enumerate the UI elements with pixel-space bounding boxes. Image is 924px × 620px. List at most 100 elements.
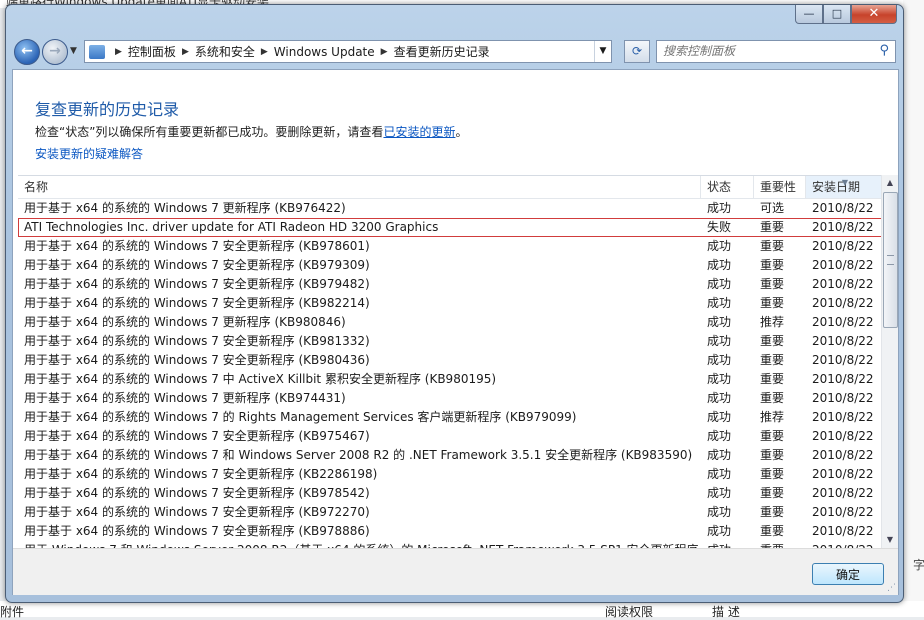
- scroll-up-icon[interactable]: ▲: [882, 175, 898, 191]
- importance-cell: 推荐: [760, 315, 785, 329]
- table-row[interactable]: 用于基于 x64 的系统的 Windows 7 安全更新程序 (KB979309…: [18, 256, 886, 275]
- update-name-cell: 用于基于 x64 的系统的 Windows 7 安全更新程序 (KB228619…: [24, 467, 378, 481]
- column-header-name[interactable]: 名称: [18, 176, 701, 198]
- status-cell: 成功: [707, 315, 732, 329]
- install-date-cell: 2010/8/22: [812, 258, 874, 272]
- vertical-scrollbar[interactable]: ▲ ▼: [881, 175, 898, 548]
- breadcrumb-windows-update[interactable]: Windows Update: [274, 45, 375, 59]
- search-box[interactable]: ⚲: [656, 40, 896, 63]
- importance-cell: 重要: [760, 239, 785, 253]
- back-button[interactable]: ←: [14, 39, 40, 65]
- background-right-text: 字: [913, 558, 924, 572]
- table-row[interactable]: 用于基于 x64 的系统的 Windows 7 安全更新程序 (KB979482…: [18, 275, 886, 294]
- background-read-permission-label: 阅读权限: [605, 605, 654, 619]
- forward-button[interactable]: →: [42, 39, 68, 65]
- install-date-cell: 2010/8/22: [812, 201, 874, 215]
- chevron-right-icon[interactable]: ▶: [115, 47, 122, 57]
- list-header: 名称 状态 重要性 安装日期 ▼: [18, 176, 886, 199]
- breadcrumb-update-history[interactable]: 查看更新历史记录: [394, 43, 490, 60]
- window-controls: — □ ✕: [795, 5, 897, 25]
- troubleshoot-updates-link[interactable]: 安装更新的疑难解答: [35, 145, 143, 162]
- table-row[interactable]: 用于基于 x64 的系统的 Windows 7 安全更新程序 (KB981332…: [18, 332, 886, 351]
- maximize-button[interactable]: □: [823, 5, 851, 24]
- column-header-status[interactable]: 状态: [701, 176, 754, 198]
- table-row[interactable]: 用于基于 x64 的系统的 Windows 7 安全更新程序 (KB972270…: [18, 503, 886, 522]
- column-header-importance[interactable]: 重要性: [754, 176, 806, 198]
- importance-cell: 重要: [760, 429, 785, 443]
- table-row[interactable]: 用于基于 x64 的系统的 Windows 7 安全更新程序 (KB980436…: [18, 351, 886, 370]
- importance-cell: 重要: [760, 258, 785, 272]
- minimize-button[interactable]: —: [795, 5, 823, 24]
- table-row[interactable]: 用于基于 x64 的系统的 Windows 7 更新程序 (KB976422) 成…: [18, 199, 886, 218]
- description-suffix: 。: [455, 125, 468, 139]
- address-bar[interactable]: ▶ 控制面板 ▶ 系统和安全 ▶ Windows Update ▶ 查看更新历史…: [84, 40, 612, 63]
- table-row[interactable]: 用于基于 x64 的系统的 Windows 7 更新程序 (KB980846) 成…: [18, 313, 886, 332]
- status-cell: 成功: [707, 524, 732, 538]
- search-icon[interactable]: ⚲: [879, 43, 889, 58]
- install-date-cell: 2010/8/22: [812, 486, 874, 500]
- table-row[interactable]: 用于基于 x64 的系统的 Windows 7 的 Rights Managem…: [18, 408, 886, 427]
- status-cell: 成功: [707, 429, 732, 443]
- recent-pages-dropdown-icon[interactable]: ▼: [70, 46, 77, 56]
- update-name-cell: 用于基于 x64 的系统的 Windows 7 安全更新程序 (KB982214…: [24, 296, 370, 310]
- install-date-cell: 2010/8/22: [812, 315, 874, 329]
- breadcrumb-control-panel[interactable]: 控制面板: [128, 43, 176, 60]
- ok-button[interactable]: 确定: [812, 563, 884, 585]
- importance-cell: 重要: [760, 277, 785, 291]
- install-date-cell: 2010/8/22: [812, 277, 874, 291]
- importance-cell: 重要: [760, 353, 785, 367]
- update-name-cell: 用于基于 x64 的系统的 Windows 7 更新程序 (KB976422): [24, 201, 346, 215]
- page-title: 复查更新的历史记录: [35, 100, 180, 119]
- install-date-cell: 2010/8/22: [812, 334, 874, 348]
- table-row[interactable]: 用于基于 x64 的系统的 Windows 7 安全更新程序 (KB228619…: [18, 465, 886, 484]
- table-row[interactable]: 用于基于 x64 的系统的 Windows 7 安全更新程序 (KB978542…: [18, 484, 886, 503]
- resize-grip-icon[interactable]: ⋰: [887, 583, 896, 593]
- chevron-right-icon[interactable]: ▶: [381, 47, 388, 57]
- table-row[interactable]: 用于基于 x64 的系统的 Windows 7 和 Windows Server…: [18, 446, 886, 465]
- update-name-cell: 用于基于 x64 的系统的 Windows 7 更新程序 (KB980846): [24, 315, 346, 329]
- install-date-cell: 2010/8/22: [812, 296, 874, 310]
- update-name-cell: ATI Technologies Inc. driver update for …: [24, 220, 439, 234]
- update-name-cell: 用于基于 x64 的系统的 Windows 7 中 ActiveX Killbi…: [24, 372, 497, 386]
- chevron-right-icon[interactable]: ▶: [261, 47, 268, 57]
- update-name-cell: 用于基于 x64 的系统的 Windows 7 安全更新程序 (KB978601…: [24, 239, 370, 253]
- address-history-dropdown-icon[interactable]: ▼: [594, 41, 611, 62]
- control-panel-icon: [89, 44, 105, 59]
- table-row[interactable]: 用于基于 x64 的系统的 Windows 7 安全更新程序 (KB978601…: [18, 237, 886, 256]
- table-row[interactable]: 用于基于 x64 的系统的 Windows 7 安全更新程序 (KB975467…: [18, 427, 886, 446]
- scrollbar-grip: [887, 255, 894, 265]
- background-attachment-label: 附件: [0, 605, 25, 619]
- table-row[interactable]: 用于基于 x64 的系统的 Windows 7 中 ActiveX Killbi…: [18, 370, 886, 389]
- table-row[interactable]: 用于基于 x64 的系统的 Windows 7 安全更新程序 (KB978886…: [18, 522, 886, 541]
- importance-cell: 重要: [760, 467, 785, 481]
- content-pane: 复查更新的历史记录 检查“状态”列以确保所有重要更新都已成功。要删除更新，请查看…: [12, 69, 899, 595]
- table-row[interactable]: 用于基于 x64 的系统的 Windows 7 更新程序 (KB974431) 成…: [18, 389, 886, 408]
- update-name-cell: 用于基于 x64 的系统的 Windows 7 安全更新程序 (KB978542…: [24, 486, 370, 500]
- table-row[interactable]: 用于基于 x64 的系统的 Windows 7 安全更新程序 (KB982214…: [18, 294, 886, 313]
- install-date-cell: 2010/8/22: [812, 505, 874, 519]
- status-cell: 成功: [707, 353, 732, 367]
- update-history-window: — □ ✕ ← → ▼ ▶ 控制面板 ▶ 系统和安全 ▶ Windows Upd…: [5, 4, 904, 603]
- close-button[interactable]: ✕: [851, 5, 897, 24]
- installed-updates-link[interactable]: 已安装的更新: [383, 125, 455, 139]
- update-name-cell: 用于基于 x64 的系统的 Windows 7 更新程序 (KB974431): [24, 391, 346, 405]
- importance-cell: 重要: [760, 372, 785, 386]
- scrollbar-thumb[interactable]: [883, 192, 898, 328]
- install-date-cell: 2010/8/22: [812, 391, 874, 405]
- install-date-cell: 2010/8/22: [812, 524, 874, 538]
- column-header-date[interactable]: 安装日期 ▼: [806, 176, 886, 198]
- background-page-bottom: 附件 阅读权限 描 述: [0, 601, 924, 619]
- update-name-cell: 用于基于 x64 的系统的 Windows 7 安全更新程序 (KB981332…: [24, 334, 370, 348]
- chevron-right-icon[interactable]: ▶: [182, 47, 189, 57]
- dialog-footer: 确定 ⋰: [13, 548, 898, 595]
- importance-cell: 重要: [760, 486, 785, 500]
- table-row-failed[interactable]: ATI Technologies Inc. driver update for …: [18, 218, 886, 237]
- refresh-button[interactable]: ⟳: [624, 40, 650, 63]
- install-date-cell: 2010/8/22: [812, 372, 874, 386]
- scroll-down-icon[interactable]: ▼: [882, 532, 898, 548]
- importance-cell: 重要: [760, 220, 785, 234]
- navigation-bar: ← → ▼ ▶ 控制面板 ▶ 系统和安全 ▶ Windows Update ▶ …: [12, 37, 897, 67]
- search-input[interactable]: [663, 41, 873, 60]
- breadcrumb-system-security[interactable]: 系统和安全: [195, 43, 255, 60]
- update-name-cell: 用于基于 x64 的系统的 Windows 7 安全更新程序 (KB979482…: [24, 277, 370, 291]
